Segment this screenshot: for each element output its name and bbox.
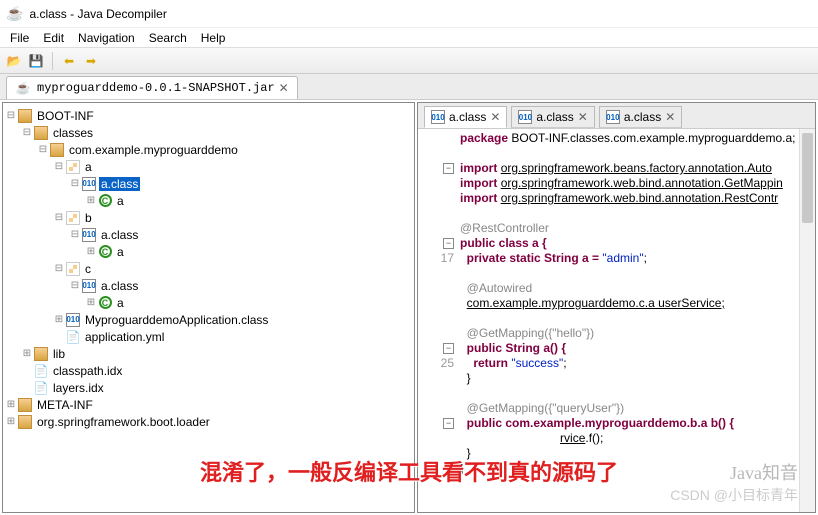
file-icon: 📄 <box>33 380 49 396</box>
package-icon <box>18 398 32 412</box>
expand-toggle[interactable]: ⊟ <box>69 178 81 189</box>
toolbar-separator <box>52 52 53 70</box>
editor-pane: a.class✕ a.class✕ a.class✕ package BOOT-… <box>417 102 816 513</box>
tree-node[interactable]: com.example.myproguarddemo <box>67 143 240 157</box>
expand-toggle[interactable]: ⊟ <box>53 263 65 274</box>
forward-button[interactable]: ➡ <box>81 51 101 71</box>
expand-toggle[interactable]: ⊞ <box>53 314 65 325</box>
expand-toggle[interactable]: ⊟ <box>5 110 17 121</box>
tree-node[interactable]: classes <box>51 126 95 140</box>
window-title: a.class - Java Decompiler <box>29 7 166 21</box>
close-icon[interactable]: ✕ <box>490 110 500 124</box>
tree-node[interactable]: org.springframework.boot.loader <box>35 415 212 429</box>
class-file-icon <box>82 177 96 191</box>
watermark: CSDN @小目标青年 <box>670 485 798 505</box>
class-file-icon <box>431 110 445 124</box>
back-button[interactable]: ⬅ <box>59 51 79 71</box>
tree-node-selected[interactable]: a.class <box>99 177 140 191</box>
expand-toggle[interactable]: ⊟ <box>53 212 65 223</box>
class-icon <box>99 296 112 309</box>
editor-tab[interactable]: a.class✕ <box>599 106 682 128</box>
save-button[interactable]: 💾 <box>26 51 46 71</box>
tree-node[interactable]: lib <box>51 347 67 361</box>
tree-node[interactable]: b <box>83 211 94 225</box>
menu-bar: File Edit Navigation Search Help <box>0 28 818 48</box>
editor-tab-active[interactable]: a.class✕ <box>424 106 507 128</box>
expand-toggle[interactable]: ⊟ <box>37 144 49 155</box>
toolbar: 📂 💾 ⬅ ➡ <box>0 48 818 74</box>
close-icon[interactable]: ✕ <box>279 81 289 95</box>
expand-toggle[interactable]: ⊞ <box>5 416 17 427</box>
class-file-icon <box>518 110 532 124</box>
package-icon <box>50 143 64 157</box>
expand-toggle[interactable]: ⊟ <box>53 161 65 172</box>
expand-toggle[interactable]: ⊟ <box>69 280 81 291</box>
tree-node[interactable]: layers.idx <box>51 381 106 395</box>
fold-toggle[interactable]: − <box>443 163 454 174</box>
package-icon <box>34 347 48 361</box>
class-file-icon <box>82 279 96 293</box>
editor-tab[interactable]: a.class✕ <box>511 106 594 128</box>
file-icon: 📄 <box>65 329 81 345</box>
class-file-icon <box>82 228 96 242</box>
jar-icon: ☕ <box>15 80 31 96</box>
floppy-icon: 💾 <box>29 54 44 68</box>
tree-node[interactable]: META-INF <box>35 398 95 412</box>
expand-toggle[interactable]: ⊞ <box>85 246 97 257</box>
package-icon <box>66 160 80 174</box>
menu-search[interactable]: Search <box>143 29 193 47</box>
annotation-text: 混淆了，一般反编译工具看不到真的源码了 <box>200 455 618 487</box>
tree-node[interactable]: a <box>83 160 94 174</box>
file-icon: 📄 <box>33 363 49 379</box>
tree-pane[interactable]: ⊟BOOT-INF ⊟classes ⊟com.example.myprogua… <box>2 102 415 513</box>
tree-node[interactable]: c <box>83 262 93 276</box>
expand-toggle[interactable]: ⊟ <box>69 229 81 240</box>
arrow-left-icon: ⬅ <box>64 54 74 68</box>
watermark: Java知音 <box>730 459 798 485</box>
fold-toggle[interactable]: − <box>443 238 454 249</box>
open-button[interactable]: 📂 <box>4 51 24 71</box>
package-icon <box>34 126 48 140</box>
close-icon[interactable]: ✕ <box>665 110 675 124</box>
class-file-icon <box>606 110 620 124</box>
tree-node[interactable]: application.yml <box>83 330 166 344</box>
menu-help[interactable]: Help <box>195 29 232 47</box>
folder-open-icon: 📂 <box>7 54 22 68</box>
expand-toggle[interactable]: ⊞ <box>85 195 97 206</box>
tree-node[interactable]: a <box>115 296 126 310</box>
title-bar: ☕ a.class - Java Decompiler <box>0 0 818 28</box>
expand-toggle[interactable]: ⊟ <box>21 127 33 138</box>
editor-tab-row: a.class✕ a.class✕ a.class✕ <box>418 103 815 129</box>
tree-node[interactable]: a <box>115 245 126 259</box>
vertical-scrollbar[interactable] <box>799 129 815 512</box>
class-file-icon <box>66 313 80 327</box>
tree-node[interactable]: a.class <box>99 228 140 242</box>
expand-toggle[interactable]: ⊞ <box>21 348 33 359</box>
tree-node[interactable]: MyproguarddemoApplication.class <box>83 313 270 327</box>
expand-toggle[interactable]: ⊞ <box>5 399 17 410</box>
package-icon <box>66 262 80 276</box>
project-tab-label: myproguarddemo-0.0.1-SNAPSHOT.jar <box>37 81 275 95</box>
scrollbar-thumb[interactable] <box>802 133 813 223</box>
expand-toggle[interactable]: ⊞ <box>85 297 97 308</box>
close-icon[interactable]: ✕ <box>578 110 588 124</box>
arrow-right-icon: ➡ <box>86 54 96 68</box>
menu-edit[interactable]: Edit <box>37 29 70 47</box>
fold-toggle[interactable]: − <box>443 343 454 354</box>
package-icon <box>18 109 32 123</box>
tree-node[interactable]: classpath.idx <box>51 364 124 378</box>
tree-node[interactable]: a.class <box>99 279 140 293</box>
menu-file[interactable]: File <box>4 29 35 47</box>
project-tab[interactable]: ☕ myproguarddemo-0.0.1-SNAPSHOT.jar ✕ <box>6 76 298 99</box>
tree-node[interactable]: a <box>115 194 126 208</box>
class-icon <box>99 194 112 207</box>
menu-navigation[interactable]: Navigation <box>72 29 141 47</box>
app-icon: ☕ <box>6 5 23 22</box>
tree-node[interactable]: BOOT-INF <box>35 109 96 123</box>
class-icon <box>99 245 112 258</box>
package-icon <box>66 211 80 225</box>
project-tab-row: ☕ myproguarddemo-0.0.1-SNAPSHOT.jar ✕ <box>0 74 818 100</box>
fold-toggle[interactable]: − <box>443 418 454 429</box>
package-icon <box>18 415 32 429</box>
